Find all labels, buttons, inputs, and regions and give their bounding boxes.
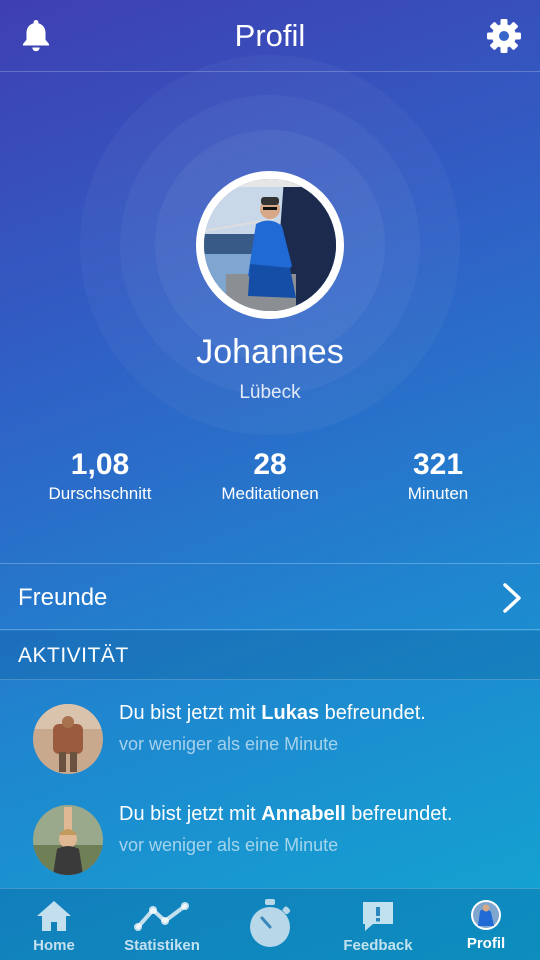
profile-photo <box>204 179 336 311</box>
tab-bar: Home Statistiken Feedback Profil <box>0 888 540 960</box>
home-icon <box>37 901 71 931</box>
activity-time: vor weniger als eine Minute <box>119 835 339 855</box>
stat-label: Minuten <box>407 484 469 503</box>
stat-value: 1,08 <box>70 448 130 481</box>
tab-label: Profil <box>466 935 506 952</box>
profile-name: Johannes <box>196 333 344 371</box>
stat-minutes: 321 Minuten <box>348 448 528 504</box>
stopwatch-icon <box>250 899 291 947</box>
profile-avatar-icon <box>471 900 501 930</box>
friend-name[interactable]: Annabell <box>261 803 345 825</box>
tab-feedback[interactable]: Feedback <box>324 889 432 960</box>
tab-profile[interactable]: Profil <box>432 889 540 960</box>
page-title: Profil <box>234 18 306 53</box>
stat-average: 1,08 Durschschnitt <box>10 448 190 504</box>
activity-header: AKTIVITÄT <box>0 631 540 680</box>
tab-timer[interactable] <box>216 889 324 960</box>
friends-label: Freunde <box>18 584 108 611</box>
tab-statistics[interactable]: Statistiken <box>108 889 216 960</box>
activity-time: vor weniger als eine Minute <box>119 734 339 754</box>
stat-label: Meditationen <box>221 484 319 503</box>
profile-city: Lübeck <box>239 382 301 403</box>
friend-avatar[interactable] <box>33 704 103 774</box>
stat-value: 28 <box>253 448 287 481</box>
chart-line-icon <box>134 902 189 931</box>
activity-heading: AKTIVITÄT <box>18 644 129 667</box>
friends-row[interactable]: Freunde <box>0 563 540 630</box>
chevron-right-icon <box>503 583 521 613</box>
stat-meditations: 28 Meditationen <box>180 448 360 504</box>
tab-home[interactable]: Home <box>0 889 108 960</box>
activity-item[interactable]: Du bist jetzt mit Lukas befreundet. vor … <box>0 690 540 790</box>
activity-text: Du bist jetzt mit Annabell befreundet. <box>119 803 453 825</box>
tab-label: Home <box>33 937 75 954</box>
stat-value: 321 <box>412 448 464 481</box>
friend-photo <box>33 704 103 774</box>
friend-name[interactable]: Lukas <box>261 702 319 724</box>
feedback-icon <box>363 902 393 931</box>
activity-text: Du bist jetzt mit Lukas befreundet. <box>119 702 426 724</box>
profile-avatar[interactable] <box>196 171 344 319</box>
gear-icon[interactable] <box>486 18 522 54</box>
friend-photo <box>33 805 103 875</box>
tab-label: Feedback <box>343 937 413 954</box>
friend-avatar[interactable] <box>33 805 103 875</box>
tab-label: Statistiken <box>124 937 200 954</box>
activity-item[interactable]: Du bist jetzt mit Annabell befreundet. v… <box>0 791 540 891</box>
stat-label: Durschschnitt <box>48 484 152 503</box>
